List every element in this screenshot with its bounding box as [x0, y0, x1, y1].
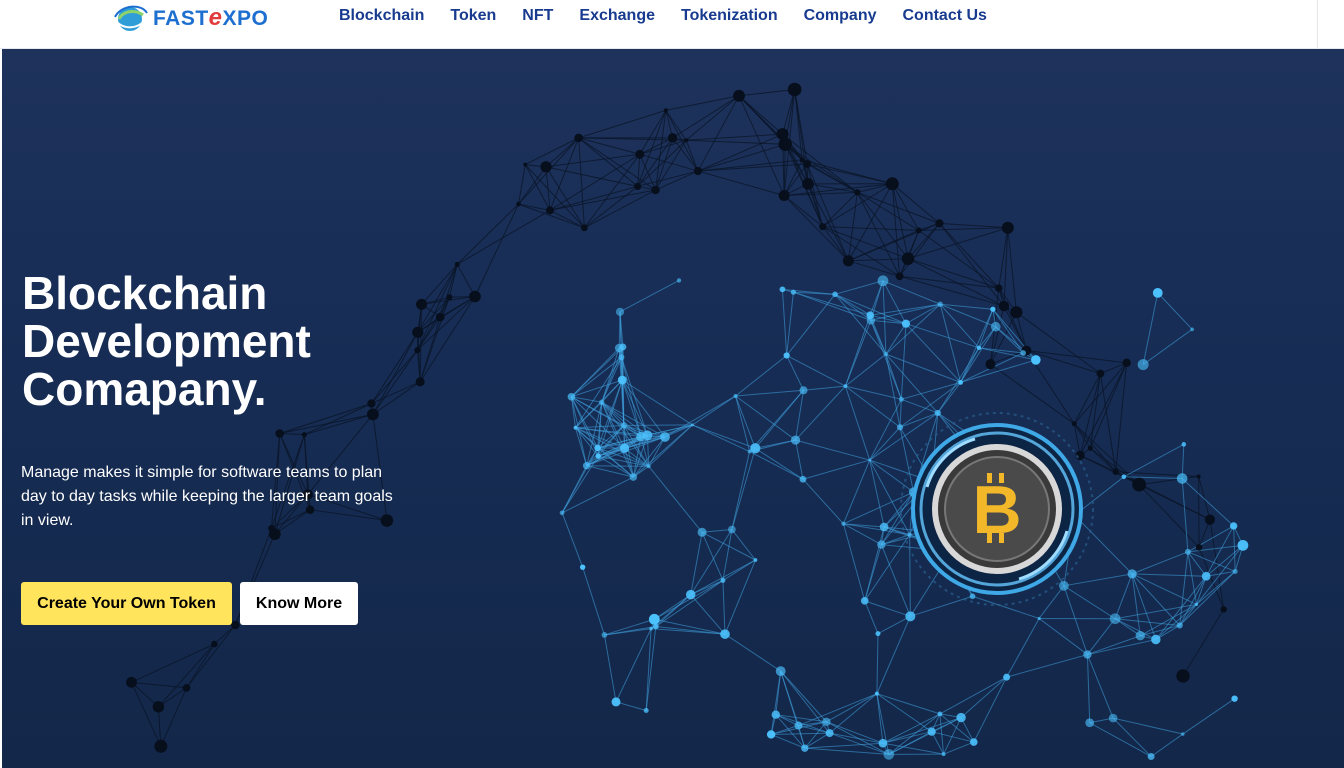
nav-item-blockchain[interactable]: Blockchain — [339, 7, 424, 25]
hero-headline: Blockchain Development Comapany. — [22, 269, 442, 413]
brand-wordmark-part1: FAST — [153, 7, 209, 30]
hero-section: Blockchain Development Comapany. Manage … — [2, 49, 1344, 768]
create-token-button[interactable]: Create Your Own Token — [21, 582, 232, 625]
nav-item-exchange[interactable]: Exchange — [579, 7, 655, 25]
hero-description: Manage makes it simple for software team… — [21, 464, 393, 529]
bitcoin-coin-icon: B — [897, 409, 1097, 609]
nav-item-contact-us[interactable]: Contact Us — [903, 7, 987, 25]
hero-headline-line1: Blockchain — [22, 267, 268, 319]
know-more-button[interactable]: Know More — [240, 582, 358, 625]
main-nav: Blockchain Token NFT Exchange Tokenizati… — [339, 0, 1013, 32]
hero-headline-line2: Development — [22, 315, 311, 367]
top-navbar: FASTeXPO Blockchain Token NFT Exchange T… — [0, 0, 1344, 49]
svg-text:B: B — [972, 472, 1021, 548]
brand-wordmark-part2: e — [208, 4, 223, 31]
nav-item-nft[interactable]: NFT — [522, 7, 553, 25]
brand-logo[interactable]: FASTeXPO — [113, 0, 268, 36]
scrollbar-track[interactable] — [1317, 0, 1344, 48]
brand-wordmark: FASTeXPO — [153, 4, 268, 32]
hero-headline-line3: Comapany. — [22, 363, 267, 415]
brand-wordmark-part3: XPO — [222, 7, 269, 30]
nav-item-token[interactable]: Token — [450, 7, 496, 25]
nav-item-tokenization[interactable]: Tokenization — [681, 7, 778, 25]
globe-logo-icon — [114, 5, 148, 31]
nav-item-company[interactable]: Company — [804, 7, 877, 25]
